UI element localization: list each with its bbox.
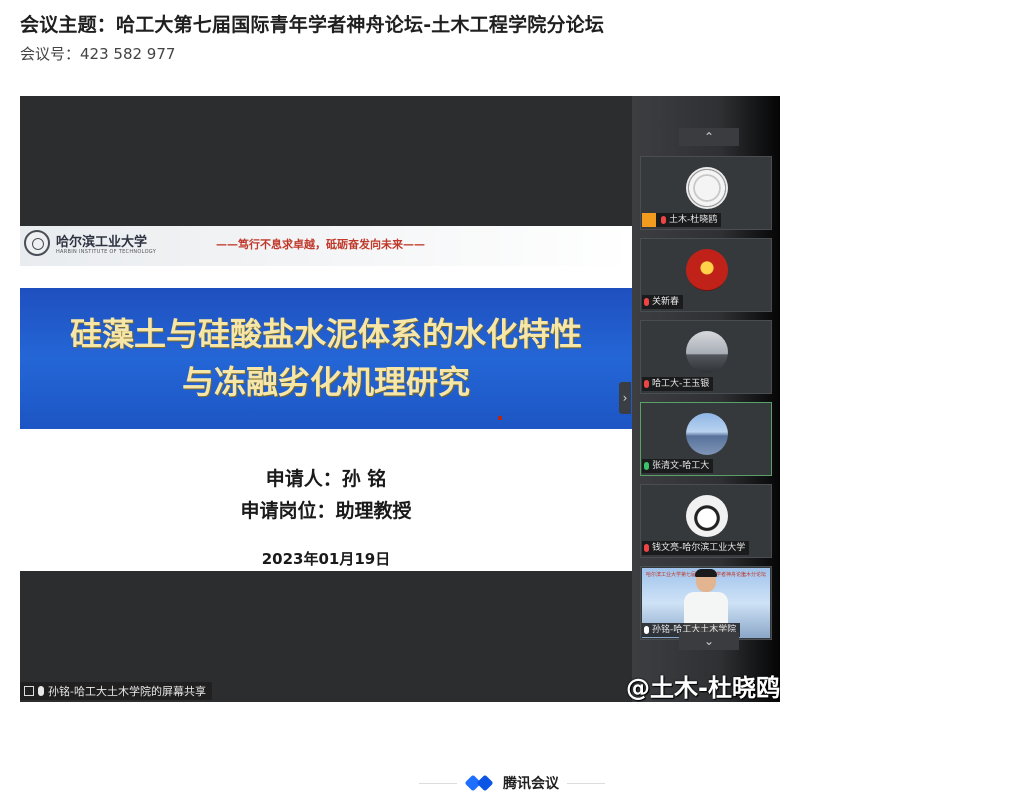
mic-muted-icon: [644, 298, 649, 306]
university-name-en: HARBIN INSTITUTE OF TECHNOLOGY: [56, 249, 157, 255]
university-seal-icon: [24, 230, 50, 256]
mic-muted-icon: [661, 216, 666, 224]
scroll-down-button[interactable]: ⌄: [679, 632, 739, 650]
meeting-title: 会议主题：哈工大第七届国际青年学者神舟论坛-土木工程学院分论坛: [20, 14, 605, 36]
participant-label: 钱文亮-哈尔滨工业大学: [642, 541, 750, 555]
participant-tile[interactable]: 张清文-哈工大: [640, 402, 772, 476]
participant-label: 关新春: [642, 295, 684, 309]
slide-applicant: 申请人：孙 铭: [265, 468, 387, 490]
slide-title: 硅藻土与硅酸盐水泥体系的水化特性 与冻融劣化机理研究: [20, 310, 632, 406]
university-name: 哈尔滨工业大学: [56, 235, 148, 250]
tencent-meeting-logo-icon: [464, 774, 495, 792]
participant-name: 张清文-哈工大: [652, 461, 710, 471]
screen-share-indicator: 孙铭-哈工大土木学院的屏幕共享: [20, 682, 212, 700]
footer: 腾讯会议: [0, 772, 1024, 794]
participant-name: 土木-杜晓鸥: [669, 215, 718, 225]
watermark: @土木-杜晓鸥: [626, 674, 780, 702]
participant-name: 哈工大-王玉银: [652, 379, 710, 389]
mic-muted-icon: [644, 380, 649, 388]
collapse-panel-button[interactable]: ›: [619, 382, 631, 414]
screen-share-label: 孙铭-哈工大土木学院的屏幕共享: [48, 685, 206, 698]
mic-icon: [644, 462, 649, 470]
participant-tile[interactable]: 哈工大-王玉银: [640, 320, 772, 394]
mic-icon: [644, 626, 649, 634]
shared-screen: 哈尔滨工业大学 HARBIN INSTITUTE OF TECHNOLOGY —…: [20, 96, 780, 702]
participant-tile[interactable]: 哈尔滨工业大学第七届国际青年学者神舟论坛土木分论坛孙铭-哈工大土木学院: [640, 566, 772, 640]
screen-share-icon: [24, 686, 34, 696]
participant-tile[interactable]: 土木-杜晓鸥: [640, 156, 772, 230]
meeting-id: 会议号：423 582 977: [20, 45, 176, 63]
person-figure: [684, 569, 728, 632]
participant-name: 钱文亮-哈尔滨工业大学: [652, 543, 746, 553]
footer-divider-right: [567, 782, 605, 784]
slide-header: 哈尔滨工业大学 HARBIN INSTITUTE OF TECHNOLOGY —…: [20, 226, 632, 266]
slide-title-line2: 与冻融劣化机理研究: [181, 363, 470, 401]
slide-date: 2023年01月19日: [261, 550, 391, 568]
scroll-up-button[interactable]: ⌃: [679, 128, 739, 146]
participant-tile[interactable]: 钱文亮-哈尔滨工业大学: [640, 484, 772, 558]
mic-icon: [38, 686, 44, 696]
participant-label: 张清文-哈工大: [642, 459, 714, 473]
presentation-slide: 哈尔滨工业大学 HARBIN INSTITUTE OF TECHNOLOGY —…: [20, 226, 632, 571]
slide-motto: ——笃行不息求卓越，砥砺奋发向未来——: [216, 238, 425, 251]
participant-avatar: [686, 249, 728, 291]
participant-avatar: [686, 167, 728, 209]
participant-avatar: [686, 413, 728, 455]
participant-label: 土木-杜晓鸥: [642, 213, 722, 227]
footer-divider-left: [419, 782, 457, 784]
brand-name: 腾讯会议: [503, 776, 559, 792]
mic-muted-icon: [644, 544, 649, 552]
host-badge-icon: [642, 213, 656, 227]
participant-name: 关新春: [652, 297, 680, 307]
mouse-pointer-dot: [498, 416, 502, 420]
slide-title-line1: 硅藻土与硅酸盐水泥体系的水化特性: [69, 315, 582, 353]
poster-text-right: 土木分论坛: [740, 572, 766, 578]
slide-title-band: 硅藻土与硅酸盐水泥体系的水化特性 与冻融劣化机理研究: [20, 288, 632, 429]
participant-panel: ⌃ 土木-杜晓鸥关新春哈工大-王玉银张清文-哈工大钱文亮-哈尔滨工业大学哈尔滨工…: [632, 96, 780, 702]
participant-tile[interactable]: 关新春: [640, 238, 772, 312]
slide-position: 申请岗位：助理教授: [240, 500, 412, 522]
main-video-area: 哈尔滨工业大学 HARBIN INSTITUTE OF TECHNOLOGY —…: [20, 96, 632, 702]
participant-avatar: [686, 495, 728, 537]
participant-label: 哈工大-王玉银: [642, 377, 714, 391]
participant-avatar: [686, 331, 728, 373]
